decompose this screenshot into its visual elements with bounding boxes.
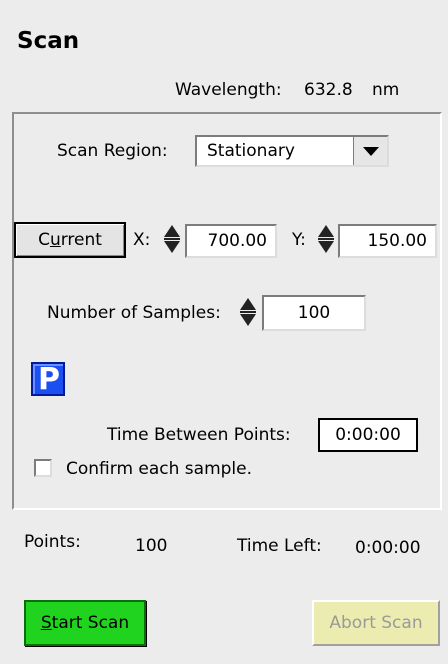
time-left-value: 0:00:00: [355, 538, 421, 558]
wavelength-label: Wavelength:: [175, 80, 282, 100]
wavelength-unit: nm: [372, 80, 400, 100]
samples-spinner-icon[interactable]: [240, 295, 256, 331]
time-left-label: Time Left:: [237, 536, 322, 556]
scan-region-label: Scan Region:: [57, 141, 168, 161]
start-scan-button[interactable]: Start Scan: [24, 600, 146, 646]
time-between-field[interactable]: 0:00:00: [318, 418, 418, 452]
abort-scan-button[interactable]: Abort Scan: [312, 600, 440, 646]
scan-region-value: Stationary: [207, 141, 295, 161]
x-field[interactable]: 700.00: [185, 224, 277, 258]
confirm-label: Confirm each sample.: [66, 459, 253, 479]
current-position-button[interactable]: Current: [14, 222, 126, 258]
x-spinner-icon[interactable]: [164, 222, 180, 258]
chevron-down-icon[interactable]: [353, 137, 387, 165]
scan-region-select[interactable]: Stationary: [195, 135, 389, 167]
wavelength-value: 632.8: [304, 80, 353, 100]
y-spinner-icon[interactable]: [318, 222, 334, 258]
time-between-label: Time Between Points:: [107, 425, 291, 445]
x-label: X:: [133, 230, 151, 250]
y-field[interactable]: 150.00: [338, 224, 437, 258]
points-value: 100: [135, 536, 168, 556]
confirm-checkbox[interactable]: [34, 459, 52, 477]
pause-p-icon[interactable]: P: [31, 362, 65, 397]
samples-label: Number of Samples:: [47, 303, 221, 323]
panel-title: Scan: [17, 28, 80, 54]
y-label: Y:: [292, 230, 306, 250]
points-label: Points:: [24, 532, 81, 552]
samples-field[interactable]: 100: [262, 295, 366, 331]
